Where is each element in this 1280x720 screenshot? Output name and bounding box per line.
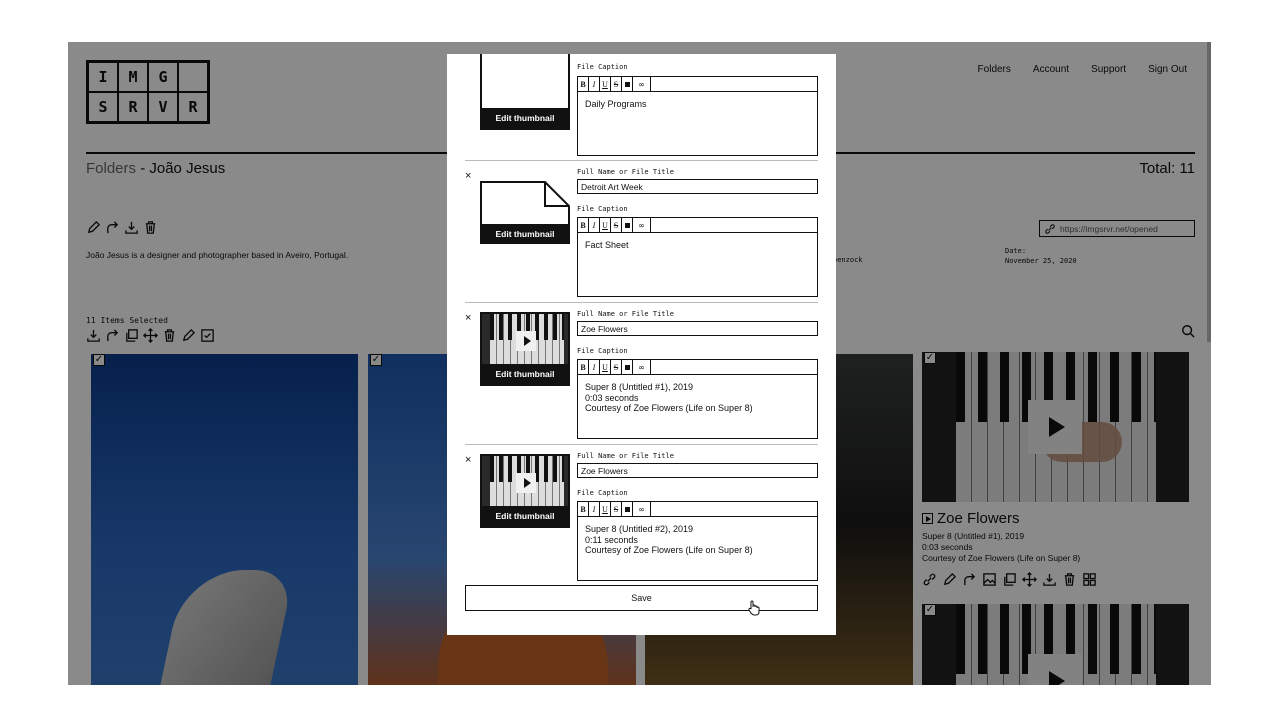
file-thumbnail: Edit thumbnail: [480, 54, 570, 130]
play-icon: [516, 473, 536, 493]
underline-button[interactable]: U: [600, 218, 611, 232]
edit-thumbnail-button[interactable]: Edit thumbnail: [482, 108, 568, 128]
strikethrough-button[interactable]: S: [611, 502, 622, 516]
caption-line: Super 8 (Untitled #1), 2019: [585, 382, 694, 392]
title-label: Full Name or File Title: [577, 452, 674, 460]
entry-divider: [465, 302, 818, 303]
edit-thumbnail-button[interactable]: Edit thumbnail: [482, 364, 568, 384]
caption-line: Daily Programs: [585, 99, 647, 109]
caption-line: Courtesy of Zoe Flowers (Life on Super 8…: [585, 403, 753, 413]
file-thumbnail: Edit thumbnail: [480, 312, 570, 386]
link-icon[interactable]: ∞: [633, 360, 651, 374]
eraser-icon[interactable]: [622, 77, 633, 91]
edit-thumbnail-button[interactable]: Edit thumbnail: [482, 506, 568, 526]
underline-button[interactable]: U: [600, 360, 611, 374]
link-icon[interactable]: ∞: [633, 502, 651, 516]
entry-divider: [465, 160, 818, 161]
caption-text[interactable]: Fact Sheet: [578, 233, 817, 258]
editor-toolbar: B I U S ∞: [578, 77, 817, 92]
close-icon[interactable]: ×: [465, 312, 471, 324]
title-label: Full Name or File Title: [577, 310, 674, 318]
title-input[interactable]: Detroit Art Week: [577, 179, 818, 194]
caption-line: 0:03 seconds: [585, 392, 639, 403]
eraser-icon[interactable]: [622, 218, 633, 232]
underline-button[interactable]: U: [600, 77, 611, 91]
hand-cursor-icon: [747, 600, 761, 616]
caption-label: File Caption: [577, 489, 628, 497]
italic-button[interactable]: I: [589, 502, 600, 516]
strikethrough-button[interactable]: S: [611, 77, 622, 91]
caption-editor[interactable]: B I U S ∞ Super 8 (Untitled #1), 2019 0:…: [577, 359, 818, 439]
caption-editor[interactable]: B I U S ∞ Fact Sheet: [577, 217, 818, 297]
editor-toolbar: B I U S ∞: [578, 218, 817, 233]
bold-button[interactable]: B: [578, 502, 589, 516]
caption-text[interactable]: Daily Programs: [578, 92, 817, 117]
bold-button[interactable]: B: [578, 360, 589, 374]
file-thumbnail: Edit thumbnail: [480, 454, 570, 528]
link-icon[interactable]: ∞: [633, 218, 651, 232]
caption-line: Super 8 (Untitled #2), 2019: [585, 524, 694, 534]
edit-thumbnail-button[interactable]: Edit thumbnail: [480, 224, 570, 244]
editor-toolbar: B I U S ∞: [578, 502, 817, 517]
caption-editor[interactable]: B I U S ∞ Super 8 (Untitled #2), 2019 0:…: [577, 501, 818, 581]
caption-line: Courtesy of Zoe Flowers (Life on Super 8…: [585, 545, 753, 555]
caption-label: File Caption: [577, 63, 628, 71]
page-scrollbar[interactable]: [1207, 42, 1211, 342]
italic-button[interactable]: I: [589, 218, 600, 232]
edit-files-modal: Edit thumbnail File Caption B I U S ∞ Da…: [447, 54, 836, 635]
editor-toolbar: B I U S ∞: [578, 360, 817, 375]
file-thumbnail: Edit thumbnail: [480, 170, 570, 244]
caption-label: File Caption: [577, 205, 628, 213]
caption-line: Fact Sheet: [585, 240, 629, 250]
italic-button[interactable]: I: [589, 360, 600, 374]
close-icon[interactable]: ×: [465, 454, 471, 466]
eraser-icon[interactable]: [622, 360, 633, 374]
caption-text[interactable]: Super 8 (Untitled #2), 2019 0:11 seconds…: [578, 517, 817, 563]
bold-button[interactable]: B: [578, 218, 589, 232]
italic-button[interactable]: I: [589, 77, 600, 91]
save-button[interactable]: Save: [465, 585, 818, 611]
entry-divider: [465, 444, 818, 445]
strikethrough-button[interactable]: S: [611, 360, 622, 374]
caption-text[interactable]: Super 8 (Untitled #1), 2019 0:03 seconds…: [578, 375, 817, 421]
title-input[interactable]: Zoe Flowers: [577, 463, 818, 478]
underline-button[interactable]: U: [600, 502, 611, 516]
title-label: Full Name or File Title: [577, 168, 674, 176]
link-icon[interactable]: ∞: [633, 77, 651, 91]
eraser-icon[interactable]: [622, 502, 633, 516]
close-icon[interactable]: ×: [465, 170, 471, 182]
play-icon: [516, 331, 536, 351]
caption-editor[interactable]: B I U S ∞ Daily Programs: [577, 76, 818, 156]
caption-line: 0:11 seconds: [585, 534, 638, 545]
title-input[interactable]: Zoe Flowers: [577, 321, 818, 336]
bold-button[interactable]: B: [578, 77, 589, 91]
caption-label: File Caption: [577, 347, 628, 355]
strikethrough-button[interactable]: S: [611, 218, 622, 232]
